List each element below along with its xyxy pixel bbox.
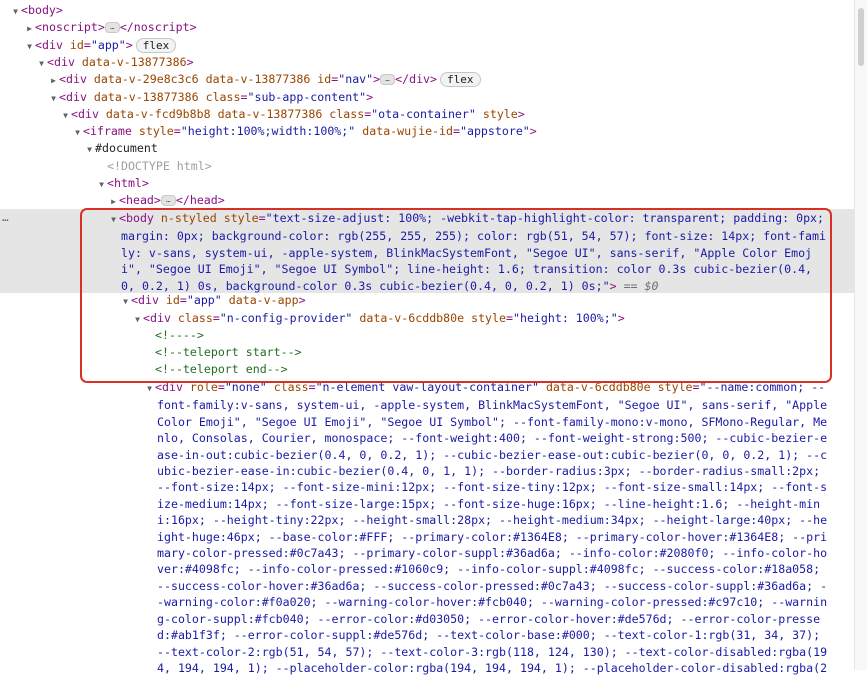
tag-name: <div: [59, 72, 87, 86]
attr-name: id: [317, 72, 332, 86]
vertical-scrollbar[interactable]: [854, 0, 867, 670]
scrollbar-thumb[interactable]: [858, 8, 864, 66]
tag-head-open: <head>: [119, 193, 161, 207]
expand-triangle-icon[interactable]: ▼: [84, 141, 95, 158]
expand-triangle-icon[interactable]: ▼: [36, 55, 47, 72]
attr-value: "app": [90, 38, 126, 52]
attr-name: data-v-fcd9b8b8: [105, 107, 211, 121]
flex-badge[interactable]: flex: [135, 38, 177, 53]
tag-end: >: [125, 38, 133, 52]
attr-name: data-v-13877386: [93, 90, 199, 104]
tag-end: >: [517, 107, 525, 121]
tag-end: >: [366, 90, 374, 104]
node-div-app[interactable]: ▼ <div id="app"> flex: [0, 37, 867, 54]
node-div-layout-container[interactable]: ▼ <div role="none" class="n-element vaw-l…: [0, 379, 867, 676]
ellipsis-icon[interactable]: …: [380, 74, 396, 85]
tag-html: <html>: [107, 176, 149, 190]
attr-value: "ota-container": [371, 107, 476, 121]
node-div-data-v[interactable]: ▼ <div data-v-13877386>: [0, 54, 867, 71]
tag-end: >: [186, 55, 194, 69]
tag-noscript-close: </noscript>: [119, 20, 197, 34]
attr-name: id: [69, 38, 84, 52]
style-value-line: d:#ab1f3f; --error-color-suppl:#de576d; …: [157, 628, 821, 643]
tag-body: <body>: [21, 3, 63, 17]
attr-value: "nav": [338, 72, 374, 86]
node-div-sub-app-content[interactable]: ▼ <div data-v-13877386 class="sub-app-con…: [0, 89, 867, 106]
attr-name: data-v-29e8c3c6: [93, 72, 199, 86]
expand-triangle-icon[interactable]: ▼: [24, 38, 35, 55]
style-value-line: --success-color-hover:#36ad6a; --success…: [157, 578, 828, 593]
node-div-ota-container[interactable]: ▼ <div data-v-fcd9b8b8 data-v-13877386 cl…: [0, 106, 867, 123]
tag-name: <div: [47, 55, 75, 69]
ellipsis-icon[interactable]: …: [160, 195, 176, 206]
expand-triangle-icon[interactable]: ▼: [72, 124, 83, 141]
attr-name: class: [205, 90, 241, 104]
tag-noscript-open: <noscript>: [35, 20, 105, 34]
style-value-line: ize-medium:14px; --font-size-large:15px;…: [157, 496, 821, 511]
ellipsis-icon[interactable]: …: [104, 22, 120, 33]
attr-name: data-v-13877386: [217, 107, 323, 121]
node-head[interactable]: ▶ <head>… </head>: [0, 192, 867, 209]
doctype-text: <!DOCTYPE html>: [107, 159, 212, 173]
style-value-line: --text-color-2:rgb(51, 54, 57); --text-c…: [157, 644, 828, 659]
collapse-triangle-icon[interactable]: ▶: [24, 20, 35, 37]
expand-triangle-icon[interactable]: ▼: [96, 176, 107, 193]
style-value-line: Color Emoji", "Segoe UI Emoji", "Segoe U…: [157, 414, 828, 429]
tag-name: <div: [35, 38, 63, 52]
node-html[interactable]: ▼ <html>: [0, 175, 867, 192]
style-value-line: nlo, Consolas, Courier, monospace; --fon…: [157, 431, 828, 446]
tag-end: >: [529, 124, 537, 138]
style-value-line: g-color-suppl:#fcb040; --error-color:#d0…: [157, 611, 821, 626]
style-value-line: ight-huge:46px; --base-color:#FFF; --pri…: [157, 529, 828, 544]
attr-name: style: [138, 124, 174, 138]
node-body[interactable]: ▼ <body>: [0, 2, 867, 19]
expand-triangle-icon[interactable]: ▼: [144, 381, 155, 397]
node-doctype[interactable]: <!DOCTYPE html>: [0, 158, 867, 175]
attr-value: "sub-app-content": [247, 90, 367, 104]
expand-triangle-icon[interactable]: ▼: [10, 3, 21, 20]
node-noscript[interactable]: ▶ <noscript>… </noscript>: [0, 19, 867, 36]
style-value-line: -warning-color:#f0a020; --warning-color-…: [157, 595, 828, 610]
attr-value: "appstore": [459, 124, 530, 138]
style-value-line: ase-in-out:cubic-bezier(0.4, 0, 0.2, 1);…: [157, 447, 828, 462]
attr-name: data-v-13877386: [81, 55, 187, 69]
attr-name: style: [482, 107, 518, 121]
tag-end: >: [373, 72, 381, 86]
document-label: #document: [95, 141, 158, 155]
expand-triangle-icon[interactable]: ▼: [48, 90, 59, 107]
node-iframe[interactable]: ▼ <iframe style="height:100%;width:100%;"…: [0, 123, 867, 140]
attr-name: data-wujie-id: [362, 124, 453, 138]
expand-triangle-icon[interactable]: ▼: [60, 107, 71, 124]
tag-close: </div>: [395, 72, 438, 86]
style-value-line: font-family:v-sans, system-ui, -apple-sy…: [157, 398, 828, 413]
attr-value: "height:100%;width:100%;": [180, 124, 356, 138]
tag-name: <iframe: [83, 124, 132, 138]
flex-badge[interactable]: flex: [440, 72, 481, 87]
tag-name: <div: [71, 107, 99, 121]
annotation-highlight-box: [80, 208, 832, 383]
style-value-line: 4, 194, 194, 1); --placeholder-color:rgb…: [157, 660, 828, 675]
collapse-triangle-icon[interactable]: ▶: [48, 72, 59, 89]
style-value-line: ver:#4098fc; --info-color-pressed:#1060c…: [157, 562, 821, 577]
style-value-line: mary-color-pressed:#0c7a43; --primary-co…: [157, 546, 828, 561]
style-value-line: --font-size:14px; --font-size-mini:12px;…: [157, 480, 828, 495]
attr-name: data-v-13877386: [205, 72, 311, 86]
style-value-line: ubic-bezier-ease-in:cubic-bezier(0.4, 0,…: [157, 464, 821, 479]
node-document[interactable]: ▼ #document: [0, 140, 867, 157]
attr-name: class: [329, 107, 365, 121]
tag-head-close: </head>: [175, 193, 225, 207]
tag-name: <div: [59, 90, 87, 104]
style-value-line: i:16px; --height-tiny:22px; --height-sma…: [157, 513, 828, 528]
node-div-nav[interactable]: ▶ <div data-v-29e8c3c6 data-v-13877386 id…: [0, 71, 867, 88]
